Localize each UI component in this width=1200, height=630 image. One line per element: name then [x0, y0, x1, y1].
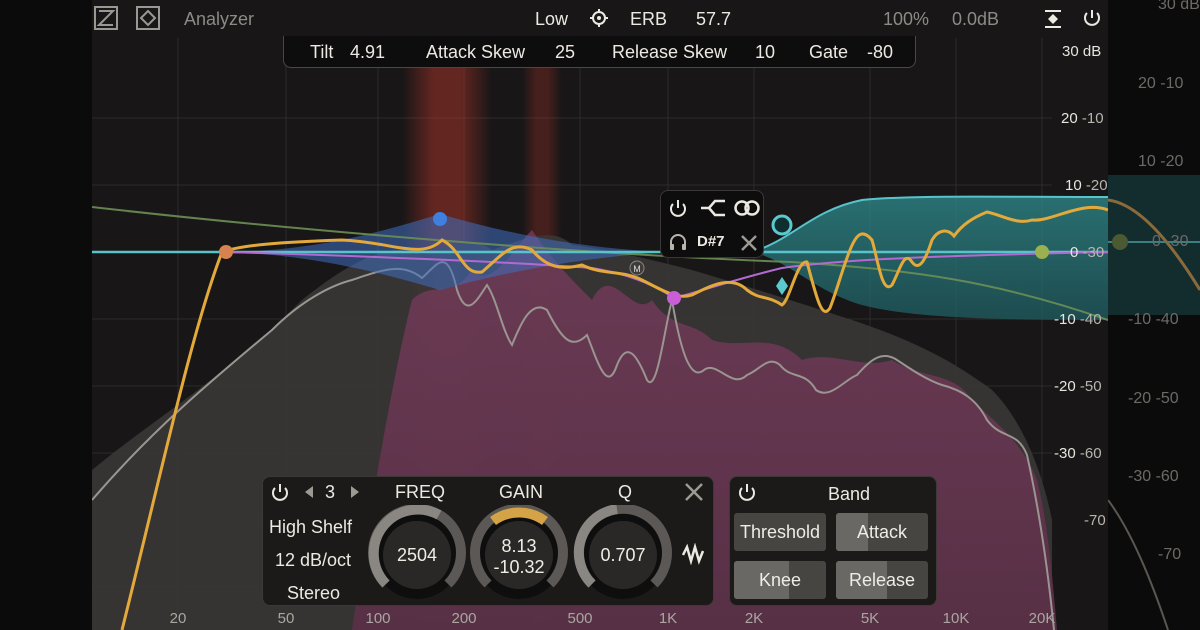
dynamic-wave-icon[interactable]	[681, 542, 707, 566]
scale-value[interactable]: 57.7	[696, 9, 731, 30]
y-axis-tick: 20 -10	[1061, 110, 1104, 127]
x-axis-tick: 1K	[658, 610, 678, 627]
dynamics-title: Band	[828, 484, 871, 504]
channel-selector[interactable]: Stereo	[287, 583, 340, 604]
output-gain[interactable]: 0.0dB	[952, 9, 999, 30]
release-skew-label: Release Skew	[612, 42, 728, 62]
close-band-icon[interactable]	[739, 233, 759, 253]
x-axis-tick: 200	[451, 610, 477, 627]
q-value: 0.707	[600, 545, 646, 565]
side-label: -10 -40	[1128, 311, 1179, 328]
fit-view-icon[interactable]	[1042, 8, 1064, 30]
band-node-2[interactable]	[433, 212, 447, 226]
analyzer-settings-bar: Tilt 4.91 Attack Skew 25 Release Skew 10…	[283, 36, 916, 68]
band-node-1[interactable]	[219, 245, 233, 259]
side-label: -20 -50	[1128, 390, 1179, 407]
resolution-selector[interactable]: Low	[535, 9, 568, 30]
solo-headphones-icon[interactable]	[667, 231, 689, 253]
band-node-5[interactable]	[667, 291, 681, 305]
x-axis-tick: 100	[365, 610, 391, 627]
slope-selector[interactable]: 12 dB/oct	[275, 550, 351, 571]
tilt-value[interactable]: 4.91	[350, 42, 385, 63]
gain-value-bottom: -10.32	[493, 557, 545, 577]
side-label: -70	[1158, 546, 1182, 563]
app-title[interactable]: Analyzer	[184, 9, 254, 30]
band-popup: D#7	[660, 190, 764, 258]
tilt-label: Tilt	[310, 42, 334, 62]
threshold-label: Threshold	[739, 522, 821, 542]
band-power-icon[interactable]	[667, 197, 689, 219]
link-stereo-icon[interactable]	[733, 197, 761, 219]
y-axis-tick: -70	[1084, 512, 1106, 529]
side-label: 30 dB	[1158, 0, 1200, 13]
close-panel-icon[interactable]	[683, 481, 705, 503]
top-bar: Analyzer Low ERB 57.7 100% 0.0dB	[92, 0, 1108, 38]
x-axis-tick: 5K	[860, 610, 880, 627]
split-icon[interactable]	[699, 197, 727, 219]
band-node-3[interactable]	[771, 214, 793, 236]
side-label: 0 -30	[1152, 233, 1189, 250]
logo-icon	[94, 6, 118, 30]
side-label: 10 -20	[1138, 153, 1184, 170]
freq-value: 2504	[396, 545, 438, 565]
zoom-level[interactable]: 100%	[883, 9, 929, 30]
release-skew-value[interactable]: 10	[755, 42, 775, 63]
gain-label: GAIN	[499, 482, 544, 502]
dynamics-power-icon[interactable]	[736, 481, 758, 503]
gain-value-top: 8.13	[501, 536, 537, 556]
knee-control[interactable]: Knee	[734, 561, 826, 599]
release-label: Release	[848, 570, 916, 590]
dynamics-panel: Band Threshold Attack Knee Release	[729, 476, 937, 606]
side-label: -30 -60	[1128, 468, 1179, 485]
y-axis-tick: -20 -50	[1054, 378, 1102, 395]
freq-label: FREQ	[395, 482, 446, 502]
next-band-icon[interactable]	[349, 484, 361, 500]
prev-band-icon[interactable]	[303, 484, 315, 500]
preset-icon[interactable]	[136, 6, 160, 30]
x-axis-tick: 2K	[744, 610, 764, 627]
q-label: Q	[618, 482, 633, 502]
left-background-mirror	[0, 0, 92, 630]
y-axis-tick: -30 -60	[1054, 445, 1102, 462]
x-axis-tick: 20K	[1028, 610, 1056, 627]
attack-label: Attack	[856, 522, 908, 542]
power-icon[interactable]	[1081, 7, 1103, 29]
settings-gear-icon[interactable]	[589, 8, 609, 28]
svg-text:M: M	[633, 264, 641, 274]
right-background-mirror: 30 dB 20 -10 10 -20 0 -30 -10 -40 -20 -5…	[1108, 0, 1200, 630]
filter-type-selector[interactable]: High Shelf	[269, 517, 352, 538]
x-axis-tick: 500	[567, 610, 593, 627]
side-label: 20 -10	[1138, 75, 1184, 92]
band-number: 3	[325, 482, 336, 502]
band-editor-panel: 3 High Shelf 12 dB/oct Stereo FREQ GAIN …	[262, 476, 714, 606]
gate-label: Gate	[809, 42, 849, 62]
x-axis-tick: 10K	[942, 610, 970, 627]
band-power-icon[interactable]	[269, 481, 291, 503]
threshold-control[interactable]: Threshold	[734, 513, 826, 551]
attack-control[interactable]: Attack	[836, 513, 928, 551]
scale-mode[interactable]: ERB	[630, 9, 667, 30]
attack-skew-label: Attack Skew	[426, 42, 526, 62]
gate-value[interactable]: -80	[867, 42, 893, 63]
release-control[interactable]: Release	[836, 561, 928, 599]
band-note: D#7	[697, 233, 725, 250]
knee-label: Knee	[758, 570, 802, 590]
x-axis-tick: 20	[169, 610, 187, 627]
analyzer-main: M Analyzer Low ERB 57.7 100% 0.0dB Tilt …	[92, 0, 1108, 630]
mid-side-node[interactable]: M	[629, 260, 645, 276]
y-axis-tick: 10 -20	[1065, 177, 1108, 194]
y-axis-tick: 0 -30	[1070, 244, 1105, 261]
attack-skew-value[interactable]: 25	[555, 42, 575, 63]
x-axis-tick: 50	[277, 610, 295, 627]
band-node-6[interactable]	[1035, 245, 1049, 259]
resonance-marker-diamond[interactable]	[776, 277, 788, 295]
y-axis-tick: -10 -40	[1054, 311, 1102, 328]
y-axis-top-label: 30 dB	[1062, 43, 1102, 60]
